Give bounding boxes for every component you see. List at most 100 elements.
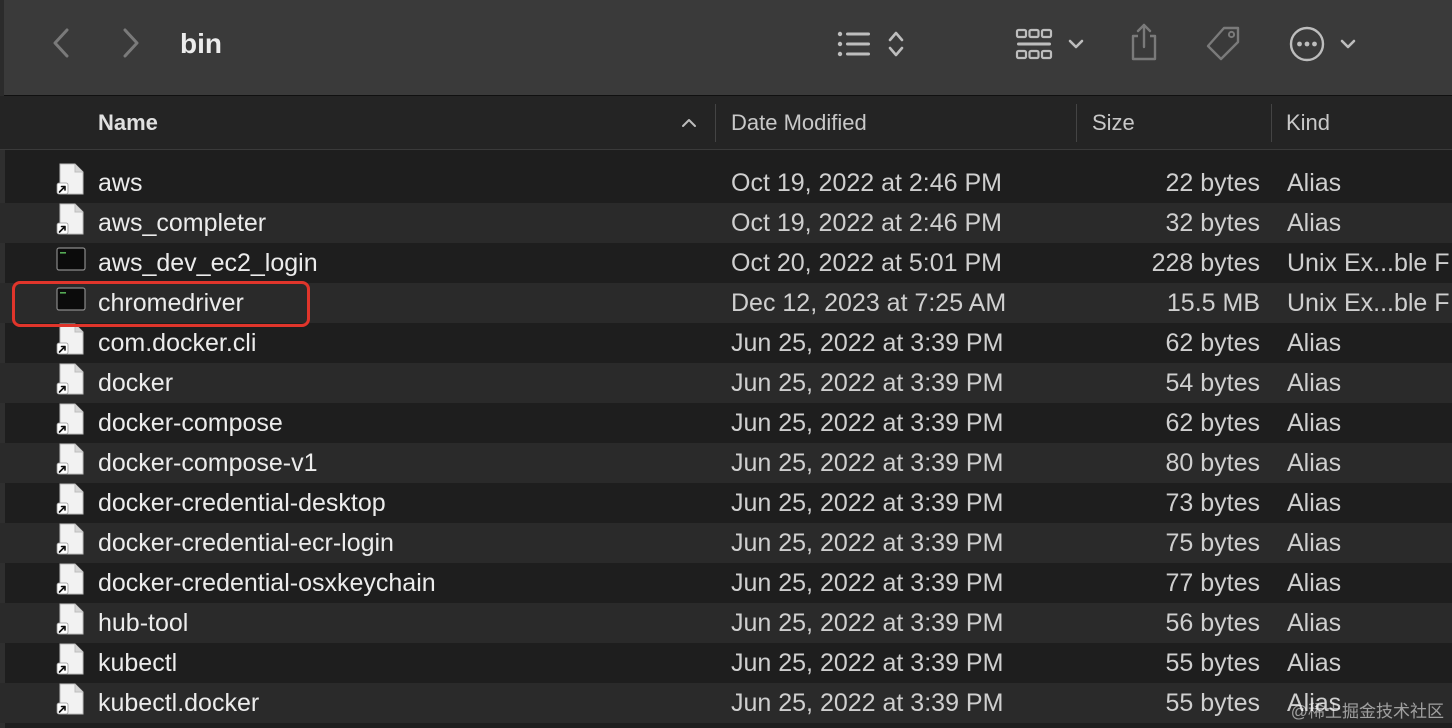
file-size: 55 bytes bbox=[1165, 649, 1260, 677]
file-kind: Alias bbox=[1287, 369, 1342, 397]
file-kind: Alias bbox=[1287, 569, 1342, 597]
file-date-modified: Jun 25, 2022 at 3:39 PM bbox=[731, 689, 1004, 717]
file-kind: Alias bbox=[1287, 409, 1342, 437]
file-row[interactable]: docker-compose Jun 25, 2022 at 3:39 PM 62 … bbox=[0, 403, 1452, 443]
file-date-modified: Oct 19, 2022 at 2:46 PM bbox=[731, 169, 1002, 197]
alias-document-icon bbox=[56, 523, 86, 555]
file-kind: Alias bbox=[1287, 529, 1342, 557]
file-kind: Unix Ex...ble F bbox=[1287, 289, 1450, 317]
chevron-down-icon[interactable] bbox=[1336, 32, 1360, 56]
file-name: docker-compose bbox=[98, 409, 283, 437]
file-name: docker-credential-ecr-login bbox=[98, 529, 394, 557]
alias-document-icon bbox=[56, 323, 86, 355]
file-date-modified: Jun 25, 2022 at 3:39 PM bbox=[731, 489, 1004, 517]
column-header-row: Name Date Modified Size Kind bbox=[0, 96, 1452, 150]
file-date-modified: Oct 20, 2022 at 5:01 PM bbox=[731, 249, 1002, 277]
file-kind: Unix Ex...ble F bbox=[1287, 249, 1450, 277]
file-row[interactable]: docker-credential-osxkeychain Jun 25, 202… bbox=[0, 563, 1452, 603]
alias-document-icon bbox=[56, 483, 86, 515]
file-name: docker-credential-osxkeychain bbox=[98, 569, 436, 597]
alias-document-icon bbox=[56, 443, 86, 475]
share-icon[interactable] bbox=[1124, 20, 1164, 64]
tag-icon[interactable] bbox=[1200, 22, 1246, 66]
file-name: com.docker.cli bbox=[98, 329, 257, 357]
forward-chevron-icon[interactable] bbox=[116, 26, 146, 60]
file-name: kubectl.docker bbox=[98, 689, 260, 717]
column-divider[interactable] bbox=[1076, 104, 1077, 142]
column-header-kind[interactable]: Kind bbox=[1286, 96, 1330, 149]
file-date-modified: Jun 25, 2022 at 3:39 PM bbox=[731, 609, 1004, 637]
column-divider[interactable] bbox=[1271, 104, 1272, 142]
file-name: kubectl bbox=[98, 649, 178, 677]
file-date-modified: Jun 25, 2022 at 3:39 PM bbox=[731, 409, 1004, 437]
sort-ascending-icon[interactable] bbox=[679, 114, 699, 132]
toolbar: bin bbox=[0, 0, 1452, 96]
file-row[interactable]: com.docker.cli Jun 25, 2022 at 3:39 PM 62 … bbox=[0, 323, 1452, 363]
file-date-modified: Jun 25, 2022 at 3:39 PM bbox=[731, 329, 1004, 357]
column-divider[interactable] bbox=[715, 104, 716, 142]
file-name: docker bbox=[98, 369, 174, 397]
back-chevron-icon[interactable] bbox=[46, 26, 76, 60]
window-title: bin bbox=[180, 28, 222, 59]
file-row[interactable]: docker-compose-v1 Jun 25, 2022 at 3:39 PM… bbox=[0, 443, 1452, 483]
file-name: aws_dev_ec2_login bbox=[98, 249, 318, 277]
alias-document-icon bbox=[56, 683, 86, 715]
alias-document-icon bbox=[56, 163, 86, 195]
column-header-date[interactable]: Date Modified bbox=[731, 96, 867, 149]
file-date-modified: Jun 25, 2022 at 3:39 PM bbox=[731, 569, 1004, 597]
chevron-down-icon[interactable] bbox=[1064, 32, 1088, 56]
file-row[interactable]: docker Jun 25, 2022 at 3:39 PM 54 bytes Ali… bbox=[0, 363, 1452, 403]
file-kind: Alias bbox=[1287, 609, 1342, 637]
more-ellipsis-icon[interactable] bbox=[1286, 22, 1328, 66]
file-kind: Alias bbox=[1287, 209, 1342, 237]
file-size: 55 bytes bbox=[1165, 689, 1260, 717]
file-row[interactable]: aws_completer Oct 19, 2022 at 2:46 PM 32 b… bbox=[0, 203, 1452, 243]
file-size: 75 bytes bbox=[1165, 529, 1260, 557]
file-name: aws_completer bbox=[98, 209, 267, 237]
file-size: 228 bytes bbox=[1151, 249, 1260, 277]
file-date-modified: Jun 25, 2022 at 3:39 PM bbox=[731, 369, 1004, 397]
alias-document-icon bbox=[56, 643, 86, 675]
file-row[interactable]: aws Oct 19, 2022 at 2:46 PM 22 bytes Alias bbox=[0, 163, 1452, 203]
file-kind: Alias bbox=[1287, 649, 1342, 677]
file-date-modified: Jun 25, 2022 at 3:39 PM bbox=[731, 529, 1004, 557]
alias-document-icon bbox=[56, 563, 86, 595]
file-size: 77 bytes bbox=[1165, 569, 1260, 597]
file-row[interactable]: kubectl Jun 25, 2022 at 3:39 PM 55 bytes Al… bbox=[0, 643, 1452, 683]
file-name: docker-credential-desktop bbox=[98, 489, 386, 517]
file-size: 56 bytes bbox=[1165, 609, 1260, 637]
file-size: 32 bytes bbox=[1165, 209, 1260, 237]
file-name: aws bbox=[98, 169, 143, 197]
file-date-modified: Dec 12, 2023 at 7:25 AM bbox=[731, 289, 1007, 317]
file-row[interactable]: aws_dev_ec2_login Oct 20, 2022 at 5:01 PM… bbox=[0, 243, 1452, 283]
file-name: hub-tool bbox=[98, 609, 189, 637]
file-name: docker-compose-v1 bbox=[98, 449, 318, 477]
alias-document-icon bbox=[56, 203, 86, 235]
file-size: 54 bytes bbox=[1165, 369, 1260, 397]
terminal-executable-icon bbox=[56, 243, 86, 275]
file-size: 73 bytes bbox=[1165, 489, 1260, 517]
alias-document-icon bbox=[56, 403, 86, 435]
file-row[interactable]: docker-credential-ecr-login Jun 25, 2022 … bbox=[0, 523, 1452, 563]
file-kind: Alias bbox=[1287, 449, 1342, 477]
file-size: 15.5 MB bbox=[1166, 289, 1260, 317]
file-kind: Alias bbox=[1287, 489, 1342, 517]
file-date-modified: Jun 25, 2022 at 3:39 PM bbox=[731, 649, 1004, 677]
column-header-name[interactable]: Name bbox=[98, 96, 158, 149]
list-view-icon[interactable] bbox=[834, 26, 874, 62]
file-kind: Alias bbox=[1287, 169, 1342, 197]
highlight-box bbox=[12, 281, 310, 327]
file-row[interactable]: hub-tool Jun 25, 2022 at 3:39 PM 56 bytes A… bbox=[0, 603, 1452, 643]
alias-document-icon bbox=[56, 363, 86, 395]
file-row[interactable]: kubectl.docker Jun 25, 2022 at 3:39 PM 55 … bbox=[0, 683, 1452, 723]
file-row[interactable]: docker-credential-desktop Jun 25, 2022 at… bbox=[0, 483, 1452, 523]
sort-updown-icon[interactable] bbox=[884, 26, 908, 62]
file-size: 62 bytes bbox=[1165, 409, 1260, 437]
file-date-modified: Oct 19, 2022 at 2:46 PM bbox=[731, 209, 1002, 237]
file-date-modified: Jun 25, 2022 at 3:39 PM bbox=[731, 449, 1004, 477]
file-size: 62 bytes bbox=[1165, 329, 1260, 357]
file-list: aws Oct 19, 2022 at 2:46 PM 22 bytes Alias a… bbox=[0, 163, 1452, 723]
grid-view-icon[interactable] bbox=[1012, 24, 1056, 64]
file-size: 80 bytes bbox=[1165, 449, 1260, 477]
column-header-size[interactable]: Size bbox=[1092, 96, 1135, 149]
